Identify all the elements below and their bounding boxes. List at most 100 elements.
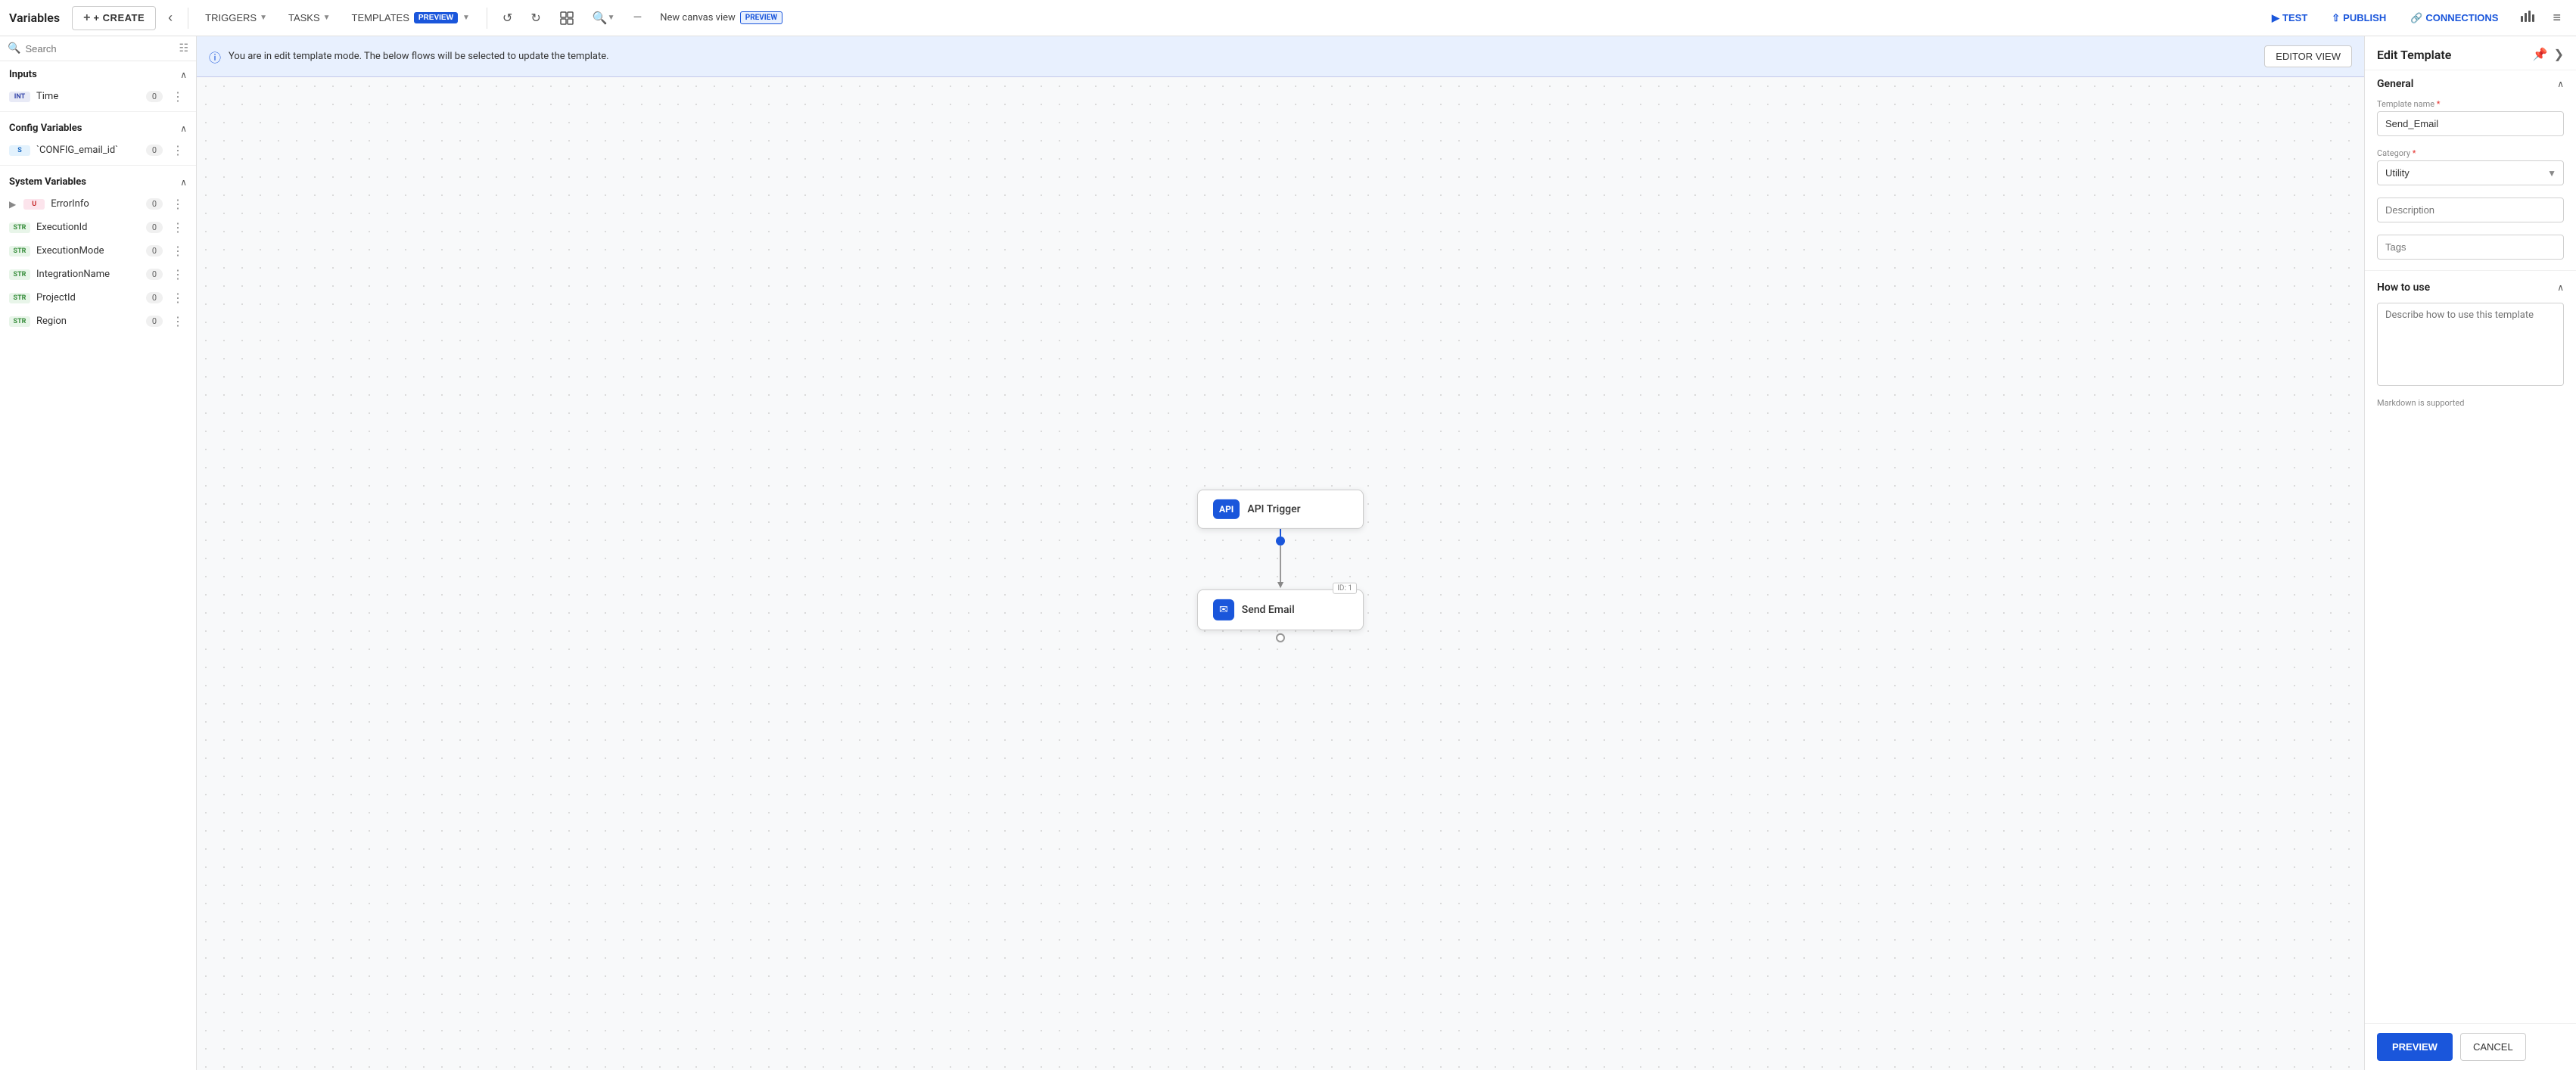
how-to-use-field [2365, 298, 2576, 397]
analytics-button[interactable] [2513, 4, 2540, 32]
required-indicator-2: * [2413, 148, 2416, 158]
zoom-out-button[interactable]: − [627, 5, 649, 31]
publish-icon: ⇧ [2332, 12, 2340, 24]
connections-button[interactable]: 🔗 CONNECTIONS [2401, 8, 2507, 29]
tasks-button[interactable]: TASKS ▼ [281, 8, 338, 28]
pin-button[interactable]: 📌 [2533, 47, 2548, 62]
u-badge: U [23, 199, 45, 210]
template-name-label: Template name * [2377, 99, 2564, 109]
var-menu-icon[interactable]: ⋮ [169, 220, 187, 235]
rp-divider [2365, 270, 2576, 271]
node-connector [1280, 529, 1281, 537]
list-item: ▶ U ErrorInfo 0 ⋮ [0, 192, 196, 216]
var-menu-icon[interactable]: ⋮ [169, 89, 187, 104]
var-name: ErrorInfo [51, 198, 140, 210]
triggers-arrow-icon: ▼ [260, 14, 267, 22]
email-icon: ✉ [1213, 599, 1234, 621]
menu-button[interactable]: ≡ [2546, 5, 2567, 30]
canvas-view-indicator: New canvas view PREVIEW [654, 8, 789, 27]
search-input[interactable] [25, 43, 174, 54]
test-button[interactable]: ▶ TEST [2263, 8, 2316, 29]
templates-button[interactable]: TEMPLATES PREVIEW ▼ [344, 8, 478, 28]
zoom-button[interactable]: 🔍 ▼ [586, 6, 621, 30]
tasks-arrow-icon: ▼ [323, 14, 331, 22]
config-section-header[interactable]: Config Variables ∧ [0, 115, 196, 138]
create-label: + CREATE [93, 12, 145, 23]
var-menu-icon[interactable]: ⋮ [169, 314, 187, 328]
required-indicator: * [2437, 99, 2441, 109]
send-email-node[interactable]: ID: 1 ✉ Send Email [1197, 589, 1364, 630]
redo-button[interactable]: ↻ [524, 6, 546, 30]
general-section-header[interactable]: General ∧ [2365, 70, 2576, 95]
right-panel-footer: PREVIEW CANCEL [2365, 1023, 2576, 1070]
create-button[interactable]: + + CREATE [72, 6, 156, 30]
var-count: 0 [146, 245, 163, 257]
triggers-button[interactable]: TRIGGERS ▼ [198, 8, 275, 28]
var-menu-icon[interactable]: ⋮ [169, 267, 187, 281]
system-list: ▶ U ErrorInfo 0 ⋮ STR ExecutionId 0 ⋮ ST… [0, 192, 196, 333]
template-name-input[interactable] [2377, 111, 2564, 136]
close-panel-button[interactable]: ❯ [2554, 47, 2564, 62]
inputs-list: INT Time 0 ⋮ [0, 85, 196, 108]
layout-button[interactable] [553, 6, 580, 30]
tags-input[interactable] [2377, 235, 2564, 260]
var-count: 0 [146, 316, 163, 327]
str-badge: STR [9, 269, 30, 280]
node-id: ID: 1 [1333, 583, 1357, 594]
publish-button[interactable]: ⇧ PUBLISH [2322, 8, 2395, 29]
info-banner: ⓘ You are in edit template mode. The bel… [197, 36, 2364, 77]
node-output-dot [1276, 633, 1285, 642]
var-count: 0 [146, 145, 163, 156]
list-item: STR IntegrationName 0 ⋮ [0, 263, 196, 286]
str-badge: STR [9, 246, 30, 257]
right-panel-icons: 📌 ❯ [2533, 47, 2564, 62]
cancel-button[interactable]: CANCEL [2460, 1033, 2526, 1061]
system-section-title: System Variables [9, 176, 86, 188]
node-dot [1276, 537, 1285, 546]
editor-view-button[interactable]: EDITOR VIEW [2264, 45, 2352, 67]
general-chevron-icon: ∧ [2557, 79, 2564, 89]
system-chevron-icon: ∧ [180, 177, 187, 188]
var-name: `CONFIG_email_id` [36, 145, 140, 156]
markdown-note: Markdown is supported [2365, 397, 2576, 415]
var-menu-icon[interactable]: ⋮ [169, 291, 187, 305]
str-badge: STR [9, 316, 30, 327]
description-input[interactable] [2377, 198, 2564, 222]
search-icon: 🔍 [593, 11, 608, 26]
sidebar-search-bar: 🔍 ☷ [0, 36, 196, 61]
var-count: 0 [146, 198, 163, 210]
how-to-use-section-title: How to use [2377, 281, 2430, 294]
canvas-background[interactable]: API API Trigger ▼ ID: 1 ✉ Send Email [197, 77, 2364, 1070]
main-layout: 🔍 ☷ Inputs ∧ INT Time 0 ⋮ Config Variabl… [0, 36, 2576, 1070]
inputs-chevron-icon: ∧ [180, 70, 187, 80]
undo-button[interactable]: ↺ [496, 6, 518, 30]
int-badge: INT [9, 92, 30, 102]
api-trigger-node[interactable]: API API Trigger [1197, 490, 1364, 529]
templates-arrow-icon: ▼ [462, 14, 470, 22]
var-menu-icon[interactable]: ⋮ [169, 244, 187, 258]
top-navigation: Variables + + CREATE ‹ TRIGGERS ▼ TASKS … [0, 0, 2576, 36]
test-label: TEST [2282, 12, 2307, 23]
triggers-label: TRIGGERS [205, 12, 257, 23]
inputs-section-header[interactable]: Inputs ∧ [0, 61, 196, 85]
system-section-header[interactable]: System Variables ∧ [0, 169, 196, 192]
expand-icon[interactable]: ▶ [9, 199, 16, 210]
var-name: ExecutionId [36, 222, 140, 233]
preview-button[interactable]: PREVIEW [2377, 1033, 2453, 1061]
category-label: Category * [2377, 148, 2564, 158]
list-item: STR ProjectId 0 ⋮ [0, 286, 196, 309]
list-item: STR Region 0 ⋮ [0, 309, 196, 333]
filter-icon[interactable]: ☷ [179, 42, 188, 54]
category-select[interactable]: Utility Communication Data Other [2377, 160, 2564, 185]
tasks-label: TASKS [288, 12, 320, 23]
collapse-sidebar-button[interactable]: ‹ [162, 7, 179, 29]
how-to-use-section-header[interactable]: How to use ∧ [2365, 274, 2576, 298]
right-panel: Edit Template 📌 ❯ General ∧ Template nam… [2364, 36, 2576, 1070]
var-name: IntegrationName [36, 269, 140, 280]
var-menu-icon[interactable]: ⋮ [169, 197, 187, 211]
how-to-use-textarea[interactable] [2377, 303, 2564, 386]
send-email-label: Send Email [1242, 604, 1295, 616]
app-title: Variables [9, 11, 60, 25]
var-menu-icon[interactable]: ⋮ [169, 143, 187, 157]
layout-icon [559, 11, 574, 26]
